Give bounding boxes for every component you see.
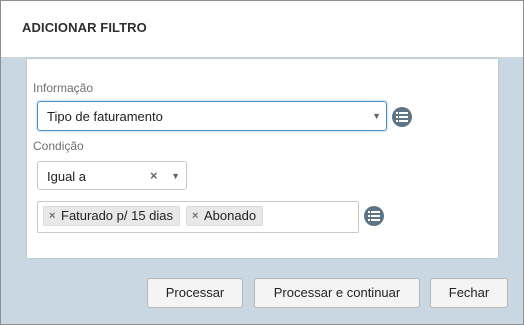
dialog-header: ADICIONAR FILTRO — [1, 1, 523, 57]
values-multiselect[interactable]: × Faturado p/ 15 dias × Abonado — [37, 201, 359, 233]
tag-remove-x-icon[interactable]: × — [49, 207, 55, 225]
value-tag: × Faturado p/ 15 dias — [43, 206, 180, 226]
process-button[interactable]: Processar — [147, 278, 243, 308]
caret-down-icon: ▼ — [372, 111, 381, 121]
value-tag: × Abonado — [186, 206, 263, 226]
add-filter-dialog: ADICIONAR FILTRO Informação Tipo de fatu… — [0, 0, 524, 325]
info-label: Informação — [33, 81, 94, 95]
tag-remove-x-icon[interactable]: × — [192, 207, 198, 225]
value-tag-label: Faturado p/ 15 dias — [61, 208, 174, 223]
dialog-title: ADICIONAR FILTRO — [22, 20, 147, 35]
value-tag-label: Abonado — [204, 208, 257, 223]
info-list-button[interactable] — [392, 107, 412, 127]
filter-form: Informação Tipo de faturamento ▼ Condiçã… — [27, 59, 498, 258]
process-and-continue-button[interactable]: Processar e continuar — [254, 278, 420, 308]
clear-x-icon[interactable]: × — [150, 168, 158, 183]
close-button[interactable]: Fechar — [430, 278, 508, 308]
condition-select[interactable]: Igual a × ▼ — [37, 161, 187, 190]
info-select[interactable]: Tipo de faturamento ▼ — [37, 101, 387, 131]
caret-down-icon: ▼ — [171, 171, 180, 181]
values-list-button[interactable] — [364, 206, 384, 226]
list-icon — [368, 211, 380, 221]
info-select-value: Tipo de faturamento — [47, 109, 163, 124]
list-icon — [396, 112, 408, 122]
condition-select-value: Igual a — [47, 169, 87, 184]
condition-label: Condição — [33, 139, 84, 153]
